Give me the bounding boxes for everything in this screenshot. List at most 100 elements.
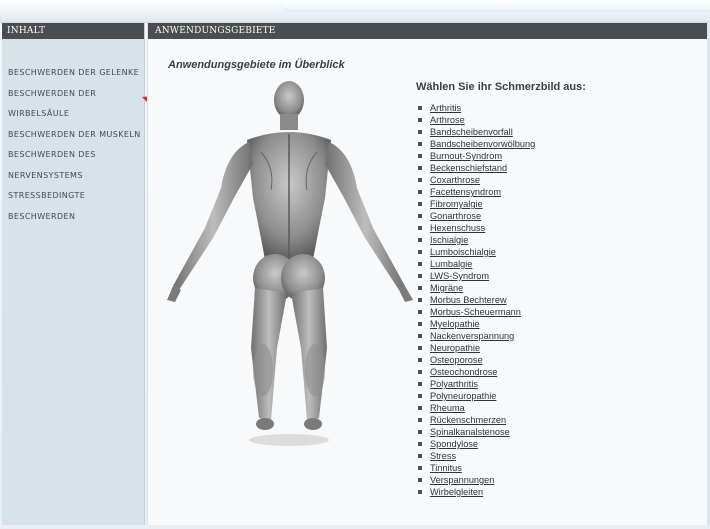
condition-link[interactable]: Nackenverspannung	[430, 331, 514, 341]
condition-item: Osteochondrose	[418, 366, 535, 378]
square-bullet-icon	[418, 454, 422, 458]
square-bullet-icon	[418, 106, 422, 110]
condition-item: Ischialgie	[418, 234, 535, 246]
condition-link[interactable]: Polyneuropathie	[430, 391, 496, 401]
square-bullet-icon	[418, 394, 422, 398]
condition-link[interactable]: Arthrose	[430, 115, 465, 125]
condition-item: Verspannungen	[418, 474, 535, 486]
condition-item: Morbus-Scheuermann	[418, 306, 535, 318]
condition-link[interactable]: Osteochondrose	[430, 367, 497, 377]
condition-item: Beckenschiefstand	[418, 162, 535, 174]
square-bullet-icon	[418, 490, 422, 494]
condition-link[interactable]: Stress	[430, 451, 456, 461]
condition-link[interactable]: Wirbelgleiten	[430, 487, 483, 497]
condition-item: Lumbalgie	[418, 258, 535, 270]
condition-link[interactable]: Bandscheibenvorfall	[430, 127, 513, 137]
square-bullet-icon	[418, 238, 422, 242]
condition-link[interactable]: Ischialgie	[430, 235, 468, 245]
nav-item-stress-line1[interactable]: STRESSBEDINGTE	[8, 186, 144, 207]
square-bullet-icon	[418, 214, 422, 218]
nav-item-wirbelsaeule-line1[interactable]: BESCHWERDEN DER	[8, 84, 144, 105]
square-bullet-icon	[418, 418, 422, 422]
condition-item: Myelopathie	[418, 318, 535, 330]
condition-link[interactable]: Burnout-Syndrom	[430, 151, 502, 161]
condition-link[interactable]: Beckenschiefstand	[430, 163, 507, 173]
condition-link[interactable]: LWS-Syndrom	[430, 271, 489, 281]
condition-link[interactable]: Morbus Bechterew	[430, 295, 507, 305]
square-bullet-icon	[418, 334, 422, 338]
condition-item: Neuropathie	[418, 342, 535, 354]
condition-link[interactable]: Gonarthrose	[430, 211, 481, 221]
human-anatomy-back-image	[167, 81, 413, 446]
condition-item: Lumboischialgie	[418, 246, 535, 258]
condition-item: Rückenschmerzen	[418, 414, 535, 426]
condition-link[interactable]: Facettensyndrom	[430, 187, 501, 197]
condition-link[interactable]: Migräne	[430, 283, 463, 293]
condition-link[interactable]: Osteoporose	[430, 355, 483, 365]
nav-item-stress-line2[interactable]: BESCHWERDEN	[8, 207, 144, 228]
square-bullet-icon	[418, 118, 422, 122]
condition-link[interactable]: Coxarthrose	[430, 175, 480, 185]
condition-item: Burnout-Syndrom	[418, 150, 535, 162]
condition-item: Polyarthritis	[418, 378, 535, 390]
condition-list: Arthritis Arthrose Bandscheibenvorfall Band…	[418, 102, 535, 498]
square-bullet-icon	[418, 286, 422, 290]
top-strip	[0, 0, 710, 23]
square-bullet-icon	[418, 190, 422, 194]
condition-item: Fibromyalgie	[418, 198, 535, 210]
nav-item-gelenke[interactable]: BESCHWERDEN DER GELENKE	[8, 63, 144, 84]
nav-item-muskeln[interactable]: BESCHWERDEN DER MUSKELN	[8, 125, 144, 146]
square-bullet-icon	[418, 166, 422, 170]
condition-link[interactable]: Neuropathie	[430, 343, 480, 353]
square-bullet-icon	[418, 406, 422, 410]
condition-link[interactable]: Hexenschuss	[430, 223, 485, 233]
condition-link[interactable]: Lumbalgie	[430, 259, 472, 269]
square-bullet-icon	[418, 226, 422, 230]
condition-item: Spondylose	[418, 438, 535, 450]
condition-link[interactable]: Myelopathie	[430, 319, 480, 329]
condition-link[interactable]: Bandscheibenvorwölbung	[430, 139, 535, 149]
square-bullet-icon	[418, 322, 422, 326]
square-bullet-icon	[418, 346, 422, 350]
condition-link[interactable]: Spondylose	[430, 439, 478, 449]
condition-item: Stress	[418, 450, 535, 462]
condition-item: Spinalkanalstenose	[418, 426, 535, 438]
condition-item: LWS-Syndrom	[418, 270, 535, 282]
nav-item-wirbelsaeule-line2[interactable]: WIRBELSÄULE	[8, 104, 144, 125]
condition-link[interactable]: Tinnitus	[430, 463, 462, 473]
square-bullet-icon	[418, 358, 422, 362]
square-bullet-icon	[418, 262, 422, 266]
condition-item: Arthritis	[418, 102, 535, 114]
condition-item: Migräne	[418, 282, 535, 294]
condition-link[interactable]: Rheuma	[430, 403, 465, 413]
condition-link[interactable]: Fibromyalgie	[430, 199, 483, 209]
condition-link[interactable]: Spinalkanalstenose	[430, 427, 510, 437]
condition-item: Gonarthrose	[418, 210, 535, 222]
sidebar: INHALT BESCHWERDEN DER GELENKE BESCHWERD…	[2, 23, 145, 525]
condition-item: Wirbelgleiten	[418, 486, 535, 498]
square-bullet-icon	[418, 178, 422, 182]
condition-item: Facettensyndrom	[418, 186, 535, 198]
square-bullet-icon	[418, 142, 422, 146]
square-bullet-icon	[418, 130, 422, 134]
condition-link[interactable]: Rückenschmerzen	[430, 415, 506, 425]
square-bullet-icon	[418, 298, 422, 302]
condition-item: Coxarthrose	[418, 174, 535, 186]
condition-item: Arthrose	[418, 114, 535, 126]
nav-item-nervensystem-line1[interactable]: BESCHWERDEN DES	[8, 145, 144, 166]
condition-link[interactable]: Arthritis	[430, 103, 461, 113]
main-header: ANWENDUNGSGEBIETE	[148, 23, 708, 39]
condition-item: Bandscheibenvorwölbung	[418, 138, 535, 150]
square-bullet-icon	[418, 310, 422, 314]
condition-item: Tinnitus	[418, 462, 535, 474]
condition-link[interactable]: Lumboischialgie	[430, 247, 496, 257]
condition-link[interactable]: Verspannungen	[430, 475, 494, 485]
condition-link[interactable]: Polyarthritis	[430, 379, 478, 389]
square-bullet-icon	[418, 202, 422, 206]
condition-item: Rheuma	[418, 402, 535, 414]
nav-item-nervensystem-line2[interactable]: NERVENSYSTEMS	[8, 166, 144, 187]
square-bullet-icon	[418, 382, 422, 386]
square-bullet-icon	[418, 370, 422, 374]
condition-link[interactable]: Morbus-Scheuermann	[430, 307, 521, 317]
condition-item: Osteoporose	[418, 354, 535, 366]
